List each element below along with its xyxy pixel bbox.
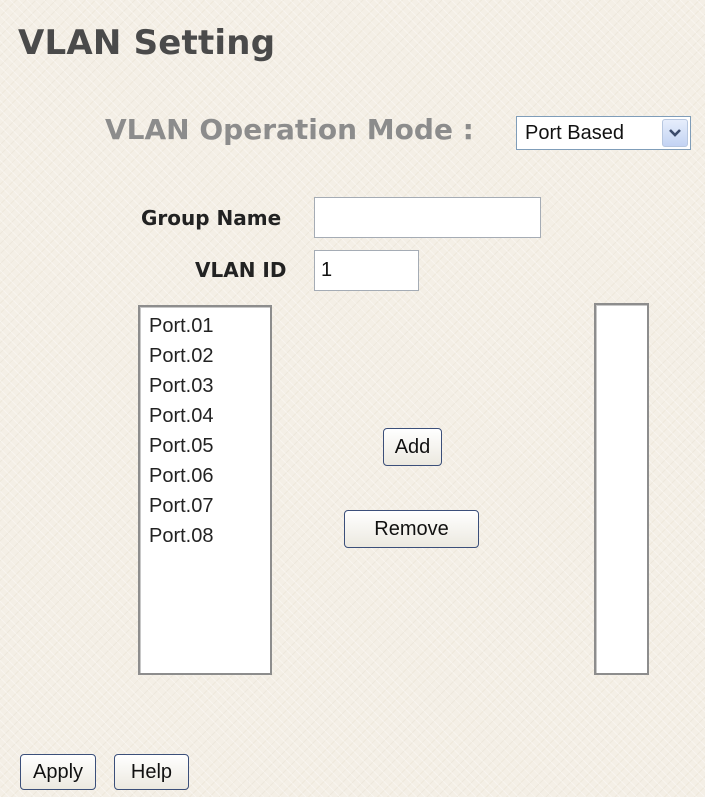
- port-item[interactable]: Port.08: [140, 521, 270, 551]
- apply-button[interactable]: Apply: [20, 754, 96, 790]
- chevron-down-icon[interactable]: [662, 119, 688, 147]
- help-button[interactable]: Help: [114, 754, 189, 790]
- available-ports-list[interactable]: Port.01 Port.02 Port.03 Port.04 Port.05 …: [138, 305, 272, 675]
- vlan-id-input[interactable]: [314, 250, 419, 291]
- add-button[interactable]: Add: [383, 428, 442, 466]
- member-ports-list[interactable]: [594, 303, 649, 675]
- port-item[interactable]: Port.07: [140, 491, 270, 521]
- page-title: VLAN Setting: [18, 23, 276, 63]
- port-item[interactable]: Port.04: [140, 401, 270, 431]
- group-name-label: Group Name: [141, 206, 282, 230]
- remove-button[interactable]: Remove: [344, 510, 479, 548]
- operation-mode-select[interactable]: Port Based: [516, 116, 691, 150]
- port-item[interactable]: Port.01: [140, 311, 270, 341]
- operation-mode-value: Port Based: [525, 121, 624, 144]
- port-item[interactable]: Port.03: [140, 371, 270, 401]
- port-item[interactable]: Port.05: [140, 431, 270, 461]
- operation-mode-label: VLAN Operation Mode :: [105, 113, 474, 146]
- vlan-id-label: VLAN ID: [195, 258, 287, 282]
- port-item[interactable]: Port.06: [140, 461, 270, 491]
- group-name-input[interactable]: [314, 197, 541, 238]
- port-item[interactable]: Port.02: [140, 341, 270, 371]
